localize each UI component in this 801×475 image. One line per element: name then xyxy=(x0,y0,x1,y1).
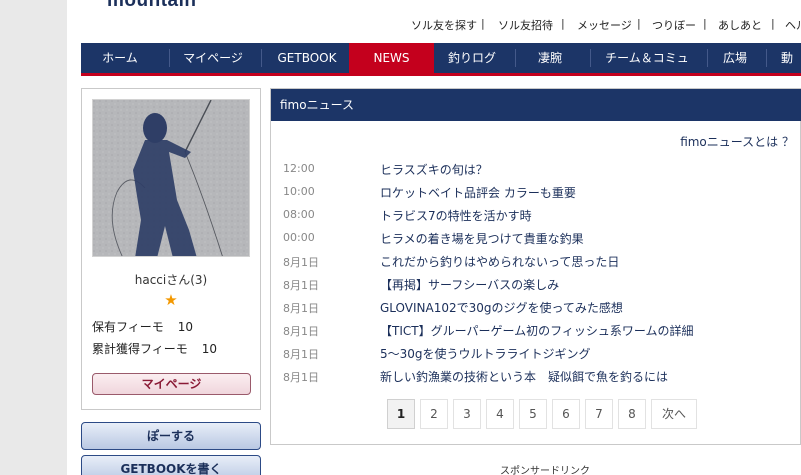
rank-star-icon: ★ xyxy=(164,291,178,309)
news-row: 8月1日 【再掲】サーフシーバスの楽しみ xyxy=(283,274,793,294)
news-time: 8月1日 xyxy=(283,371,319,384)
news-time: 00:00 xyxy=(283,231,315,244)
news-time: 08:00 xyxy=(283,208,315,221)
nav-team-community[interactable]: チーム＆コミュ xyxy=(592,43,702,73)
profile-photo[interactable] xyxy=(92,99,250,257)
user-name: hacciさん(3) xyxy=(134,273,208,287)
total-fimo-label: 累計獲得フィーモ xyxy=(92,342,188,356)
news-time: 8月1日 xyxy=(283,256,319,269)
news-row: 8月1日 5～30gを使うウルトラライトジギング xyxy=(283,343,793,363)
nav-divider xyxy=(590,49,591,67)
news-row: 8月1日 新しい釣漁業の技術という本 疑似餌で魚を釣るには xyxy=(283,366,793,386)
news-time: 8月1日 xyxy=(283,279,319,292)
news-title-link[interactable]: 【再掲】サーフシーバスの楽しみ xyxy=(380,276,559,293)
site-logo[interactable]: mountain xyxy=(107,0,197,12)
global-nav: ホーム マイページ GETBOOK NEWS 釣りログ 凄腕 チーム＆コミュ 広… xyxy=(81,43,801,73)
page-7-link[interactable]: 7 xyxy=(585,399,613,429)
util-separator: | xyxy=(637,17,641,30)
util-separator: | xyxy=(703,17,707,30)
util-link-help[interactable]: ヘル xyxy=(785,17,801,33)
page-4-link[interactable]: 4 xyxy=(486,399,514,429)
nav-divider xyxy=(261,49,262,67)
news-time: 8月1日 xyxy=(283,348,319,361)
news-title-link[interactable]: 5～30gを使うウルトラライトジギング xyxy=(380,345,591,362)
news-panel: fimoニュース fimoニュースとは ？ 12:00 ヒラスズキの旬は？ 10:… xyxy=(270,88,801,445)
post-button[interactable]: ぽーする xyxy=(81,422,261,450)
util-link-tsuribo[interactable]: つりぼー xyxy=(652,17,696,33)
news-title-link[interactable]: トラビス7の特性を活かす時 xyxy=(380,207,532,224)
owned-fimo-label: 保有フィーモ xyxy=(92,320,164,334)
angler-shadow-photo xyxy=(93,100,249,256)
page-3-link[interactable]: 3 xyxy=(453,399,481,429)
news-title-link[interactable]: これだから釣りはやめられないって思った日 xyxy=(380,253,619,270)
mypage-button[interactable]: マイページ xyxy=(92,373,251,395)
news-title-link[interactable]: 新しい釣漁業の技術という本 疑似餌で魚を釣るには xyxy=(380,368,668,385)
owned-fimo: 保有フィーモ 10 xyxy=(92,318,193,335)
nav-divider xyxy=(515,49,516,67)
news-title-link[interactable]: ヒラスズキの旬は？ xyxy=(380,161,488,178)
news-title-link[interactable]: ヒラメの着き場を見つけて貴重な釣果 xyxy=(380,230,584,247)
news-row: 08:00 トラビス7の特性を活かす時 xyxy=(283,205,793,225)
next-page-link[interactable]: 次へ xyxy=(651,399,697,429)
nav-mypage[interactable]: マイページ xyxy=(173,43,253,73)
news-time: 10:00 xyxy=(283,185,315,198)
page-2-link[interactable]: 2 xyxy=(420,399,448,429)
util-link-invite[interactable]: ソル友招待 xyxy=(498,17,553,33)
util-separator: | xyxy=(481,17,485,30)
util-separator: | xyxy=(561,17,565,30)
news-row: 8月1日 GLOVINA102で30gのジグを使ってみた感想 xyxy=(283,297,793,317)
news-time: 8月1日 xyxy=(283,325,319,338)
nav-getbook[interactable]: GETBOOK xyxy=(263,43,351,73)
sponsored-links-label: スポンサードリンク xyxy=(500,466,590,475)
news-time: 8月1日 xyxy=(283,302,319,315)
news-title-link[interactable]: ロケットベイト品評会 カラーも重要 xyxy=(380,184,576,201)
util-separator: | xyxy=(771,17,775,30)
page-5-link[interactable]: 5 xyxy=(519,399,547,429)
news-time: 12:00 xyxy=(283,162,315,175)
nav-home[interactable]: ホーム xyxy=(81,43,159,73)
util-link-messages[interactable]: メッセージ xyxy=(577,17,632,33)
util-link-find-friends[interactable]: ソル友を探す xyxy=(411,17,477,33)
news-title-link[interactable]: GLOVINA102で30gのジグを使ってみた感想 xyxy=(380,299,623,316)
write-getbook-button[interactable]: GETBOOKを書く xyxy=(81,455,261,475)
nav-underline xyxy=(81,73,801,76)
total-fimo-value: 10 xyxy=(201,342,218,356)
news-heading: fimoニュース xyxy=(271,89,801,121)
news-row: 10:00 ロケットベイト品評会 カラーも重要 xyxy=(283,182,793,202)
nav-divider xyxy=(707,49,708,67)
nav-divider xyxy=(766,49,767,67)
news-title-link[interactable]: 【TICT】グルーパーゲーム初のフィッシュ系ワームの詳細 xyxy=(380,322,694,339)
page-8-link[interactable]: 8 xyxy=(618,399,646,429)
profile-panel: hacciさん(3) ★ 保有フィーモ 10 累計獲得フィーモ 10 マイページ xyxy=(81,88,261,410)
news-row: 8月1日 これだから釣りはやめられないって思った日 xyxy=(283,251,793,271)
nav-video[interactable]: 動 xyxy=(781,43,801,73)
nav-tsurilog[interactable]: 釣りログ xyxy=(434,43,510,73)
utility-nav: ソル友を探す | ソル友招待 | メッセージ | つりぼー | あしあと | ヘ… xyxy=(0,17,801,33)
page-1-current[interactable]: 1 xyxy=(387,399,415,429)
nav-sugoude[interactable]: 凄腕 xyxy=(517,43,583,73)
news-row: 8月1日 【TICT】グルーパーゲーム初のフィッシュ系ワームの詳細 xyxy=(283,320,793,340)
total-fimo: 累計獲得フィーモ 10 xyxy=(92,340,217,357)
news-about-link[interactable]: fimoニュースとは ？ xyxy=(680,133,794,150)
nav-divider xyxy=(169,49,170,67)
news-row: 00:00 ヒラメの着き場を見つけて貴重な釣果 xyxy=(283,228,793,248)
owned-fimo-value: 10 xyxy=(177,320,194,334)
nav-hiroba[interactable]: 広場 xyxy=(709,43,761,73)
util-link-footprints[interactable]: あしあと xyxy=(718,17,762,33)
page-6-link[interactable]: 6 xyxy=(552,399,580,429)
news-row: 12:00 ヒラスズキの旬は？ xyxy=(283,159,793,179)
nav-news[interactable]: NEWS xyxy=(349,43,434,73)
